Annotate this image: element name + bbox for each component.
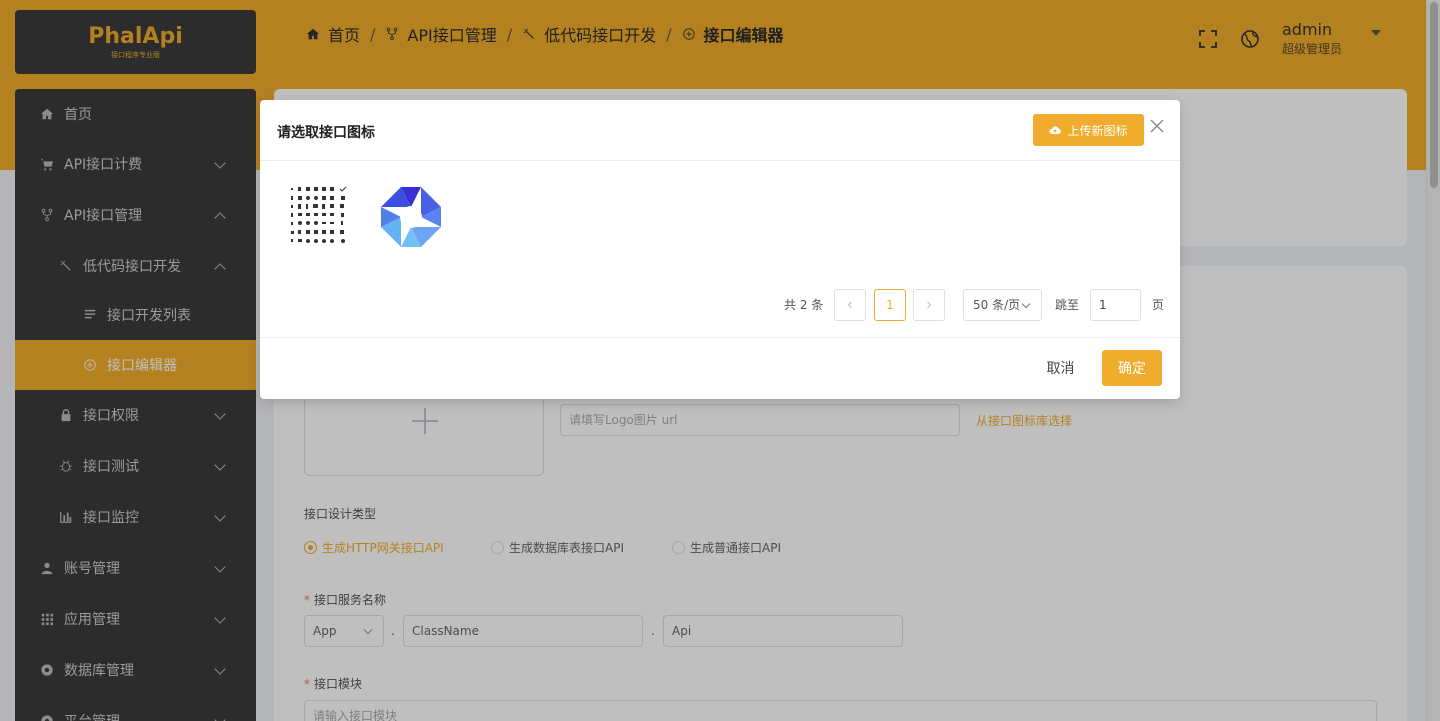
jump-to-label: 跳至	[1055, 298, 1080, 312]
cancel-button[interactable]: 取消	[1034, 350, 1087, 386]
modal-header: 请选取接口图标 上传新图标	[260, 100, 1180, 161]
modal-title: 请选取接口图标	[277, 125, 375, 141]
icon-picker-modal: 请选取接口图标 上传新图标 共 2 条 1 50 条/页 跳至 1 页 取消 确…	[260, 100, 1180, 399]
upload-new-icon-button[interactable]: 上传新图标	[1033, 114, 1144, 146]
page-unit-label: 页	[1152, 298, 1165, 312]
pagination-total: 共 2 条	[784, 298, 824, 312]
jump-page-input[interactable]: 1	[1090, 289, 1141, 321]
pagination-page-1[interactable]: 1	[874, 289, 906, 321]
chevron-down-icon	[1021, 299, 1031, 309]
button-label: 上传新图标	[1067, 123, 1128, 138]
page-size-select[interactable]: 50 条/页	[963, 289, 1042, 321]
select-value: 50 条/页	[973, 298, 1021, 312]
pagination-prev-button[interactable]	[834, 289, 866, 321]
chevron-right-icon	[927, 301, 932, 309]
chevron-left-icon	[847, 301, 852, 309]
modal-footer-divider	[260, 337, 1180, 338]
icon-option-color-badge[interactable]	[381, 187, 441, 247]
pagination-next-button[interactable]	[913, 289, 945, 321]
cloud-upload-icon	[1049, 126, 1062, 134]
confirm-button[interactable]: 确定	[1102, 350, 1162, 386]
close-icon[interactable]	[1149, 118, 1165, 134]
icon-option-glyph-grid[interactable]	[290, 186, 348, 246]
